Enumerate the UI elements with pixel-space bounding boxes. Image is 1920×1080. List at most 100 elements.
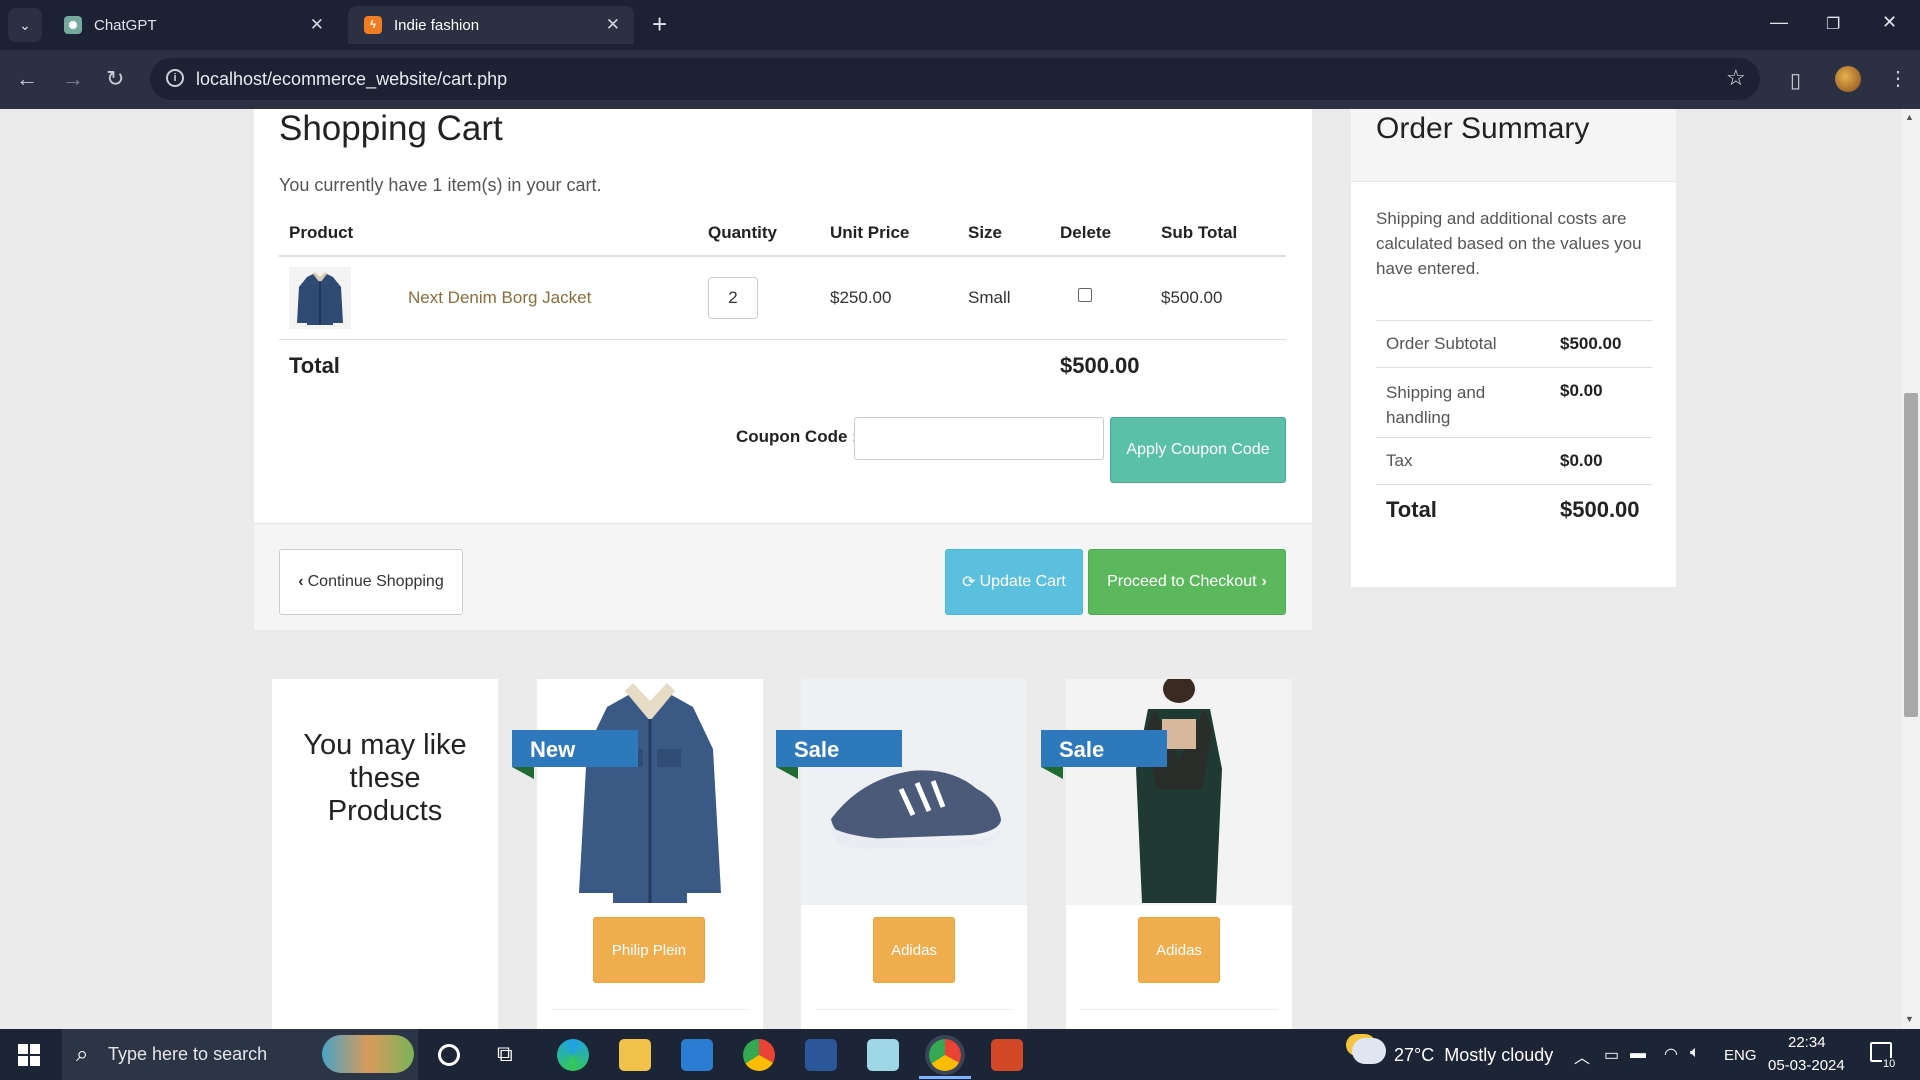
search-placeholder: Type here to search	[108, 1044, 268, 1064]
tab-list-dropdown[interactable]: ⌄	[8, 8, 42, 42]
reload-icon[interactable]: ↻	[106, 66, 124, 92]
vest-image	[1136, 675, 1222, 903]
word-icon[interactable]	[805, 1039, 837, 1071]
summary-total-label: Total	[1386, 497, 1437, 522]
address-bar[interactable]: i localhost/ecommerce_website/cart.php ☆	[150, 58, 1760, 100]
summary-divider	[1376, 367, 1652, 368]
close-tab-icon[interactable]: ✕	[310, 15, 324, 35]
badge-fold	[512, 767, 534, 779]
summary-value-shipping: $0.00	[1560, 381, 1603, 400]
column-header-quantity: Quantity	[708, 223, 777, 242]
sneaker-image	[831, 770, 1001, 849]
card-divider	[1080, 1009, 1278, 1010]
delete-checkbox[interactable]	[1078, 288, 1092, 302]
page-title: Shopping Cart	[279, 109, 503, 148]
column-header-product: Product	[289, 223, 354, 242]
scrollbar-thumb[interactable]	[1904, 393, 1918, 717]
total-value: $500.00	[1060, 353, 1140, 378]
page-viewport: Shopping Cart You currently have 1 item(…	[0, 109, 1902, 1029]
mail-icon[interactable]	[681, 1039, 713, 1071]
windows-start-icon[interactable]	[18, 1044, 40, 1066]
apply-coupon-button[interactable]: Apply Coupon Code	[1110, 417, 1286, 483]
scroll-up-arrow[interactable]: ▲	[1905, 112, 1914, 122]
url-text: localhost/ecommerce_website/cart.php	[196, 69, 508, 89]
summary-label-tax: Tax	[1386, 451, 1413, 470]
clock-time[interactable]: 22:34	[1788, 1034, 1826, 1051]
summary-value-subtotal: $500.00	[1560, 334, 1622, 353]
profile-avatar[interactable]	[1835, 66, 1861, 92]
forward-icon[interactable]: →	[62, 66, 84, 92]
refresh-icon: ⟳	[962, 574, 976, 591]
chrome-icon[interactable]	[743, 1039, 775, 1071]
bookmark-star-icon[interactable]: ☆	[1726, 65, 1746, 91]
summary-label-shipping: Shipping and handling	[1386, 383, 1486, 427]
minimize-icon[interactable]: —	[1770, 12, 1788, 33]
chrome-active-icon[interactable]	[929, 1039, 961, 1071]
product-badge: Sale	[776, 730, 902, 767]
chevron-left-icon: ‹	[298, 573, 304, 590]
proceed-checkout-button[interactable]: Proceed to Checkout ›	[1088, 549, 1286, 615]
tab-title: Indie fashion	[394, 16, 480, 34]
wifi-icon[interactable]: ◠	[1664, 1044, 1678, 1064]
coupon-input[interactable]	[854, 417, 1104, 460]
search-highlight-image	[322, 1035, 414, 1073]
clock-date[interactable]: 05-03-2024	[1768, 1057, 1845, 1074]
active-app-indicator	[919, 1076, 971, 1079]
quantity-input[interactable]	[708, 277, 758, 319]
chatgpt-icon: ✺	[64, 16, 82, 34]
cart-count-text: You currently have 1 item(s) in your car…	[279, 175, 602, 195]
column-header-unit-price: Unit Price	[830, 223, 910, 242]
notification-count: 10	[1882, 1058, 1897, 1070]
scroll-down-arrow[interactable]: ▼	[1905, 1014, 1914, 1024]
summary-divider	[1376, 484, 1652, 485]
tray-chevron-icon[interactable]: ︿	[1574, 1044, 1590, 1068]
meet-icon[interactable]: ▭	[1604, 1045, 1619, 1065]
summary-note: Shipping and additional costs are calcul…	[1376, 209, 1642, 278]
browser-tab-bar: ⌄ ✺ ChatGPT ✕ ϟ Indie fashion ✕ + — ❐ ✕	[0, 0, 1920, 50]
brand-button[interactable]: Adidas	[873, 917, 955, 983]
update-cart-button[interactable]: ⟳ Update Cart	[945, 549, 1083, 615]
chevron-right-icon: ›	[1261, 573, 1267, 590]
restore-icon[interactable]: ❐	[1826, 14, 1840, 34]
back-icon[interactable]: ←	[16, 66, 38, 92]
close-tab-icon[interactable]: ✕	[606, 15, 620, 35]
continue-shopping-button[interactable]: ‹ Continue Shopping	[279, 549, 463, 615]
new-tab-button[interactable]: +	[652, 9, 667, 40]
tab-chatgpt[interactable]: ✺ ChatGPT ✕	[48, 6, 338, 44]
language-indicator[interactable]: ENG	[1724, 1047, 1757, 1064]
cortana-icon[interactable]	[438, 1044, 460, 1066]
product-badge: Sale	[1041, 730, 1167, 767]
tab-indie-fashion[interactable]: ϟ Indie fashion ✕	[348, 6, 634, 44]
notepad-icon[interactable]	[867, 1039, 899, 1071]
product-image[interactable]	[801, 679, 1027, 905]
task-view-icon[interactable]: ⧉	[497, 1041, 513, 1067]
product-image[interactable]	[537, 679, 763, 905]
product-name-link[interactable]: Next Denim Borg Jacket	[408, 288, 591, 308]
edge-icon[interactable]	[557, 1039, 589, 1071]
volume-icon[interactable]: 🔈︎	[1690, 1044, 1700, 1062]
recommend-title: You may like these Products	[303, 729, 467, 827]
product-image[interactable]	[1066, 675, 1292, 905]
weather-text[interactable]: 27°C Mostly cloudy	[1394, 1045, 1553, 1066]
order-summary-title: Order Summary	[1376, 112, 1590, 145]
side-panel-icon[interactable]: ▯	[1790, 68, 1801, 93]
row-subtotal: $500.00	[1161, 288, 1223, 307]
column-header-delete: Delete	[1060, 223, 1112, 242]
xampp-icon: ϟ	[364, 16, 382, 34]
powerpoint-icon[interactable]	[991, 1039, 1023, 1071]
close-window-icon[interactable]: ✕	[1882, 12, 1897, 33]
weather-icon[interactable]	[1352, 1038, 1386, 1064]
taskbar-search-box[interactable]: ⌕ Type here to search	[62, 1029, 418, 1080]
site-info-icon[interactable]: i	[166, 69, 184, 87]
product-thumbnail[interactable]	[289, 267, 351, 329]
battery-icon[interactable]: ▬	[1630, 1045, 1646, 1063]
brand-button[interactable]: Adidas	[1138, 917, 1220, 983]
column-header-size: Size	[968, 223, 1003, 242]
header-divider	[279, 255, 1286, 257]
brand-button[interactable]: Philip Plein	[593, 917, 705, 983]
size-value: Small	[968, 288, 1011, 307]
badge-fold	[776, 767, 798, 779]
summary-total-value: $500.00	[1560, 497, 1640, 522]
menu-icon[interactable]: ⋮	[1888, 66, 1908, 91]
file-explorer-icon[interactable]	[619, 1039, 651, 1071]
